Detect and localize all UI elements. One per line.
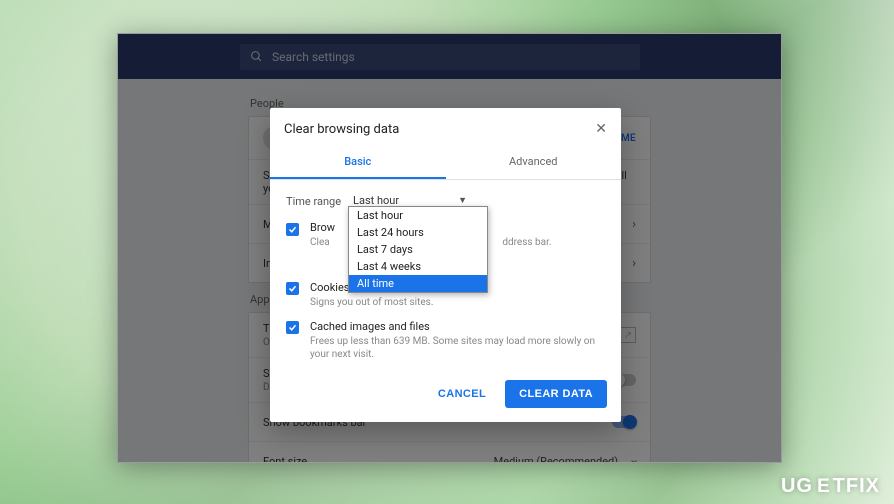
history-title-partial: Brow [310,221,335,234]
cookies-checkbox[interactable] [286,282,299,295]
cancel-button[interactable]: CANCEL [428,380,496,408]
clear-browsing-data-dialog: Clear browsing data ✕ Basic Advanced Tim… [270,108,621,422]
close-icon[interactable]: ✕ [595,121,607,137]
watermark: UGƎTFIX [781,475,880,498]
cache-item[interactable]: Cached images and files Frees up less th… [286,320,605,362]
history-checkbox[interactable] [286,223,299,236]
dialog-header: Clear browsing data ✕ [270,108,621,147]
cookies-sub: Signs you out of most sites. [310,296,444,310]
tab-advanced[interactable]: Advanced [446,147,622,179]
time-range-dropdown[interactable]: Last hour Last 24 hours Last 7 days Last… [348,206,488,293]
time-option-last-24-hours[interactable]: Last 24 hours [349,224,487,241]
tab-basic[interactable]: Basic [270,147,446,179]
cache-title: Cached images and files [310,320,605,333]
time-option-all-time[interactable]: All time [349,275,487,292]
dialog-title: Clear browsing data [284,122,595,137]
time-option-last-4-weeks[interactable]: Last 4 weeks [349,258,487,275]
clear-data-button[interactable]: CLEAR DATA [505,380,607,408]
time-option-last-hour[interactable]: Last hour [349,207,487,224]
cache-checkbox[interactable] [286,321,299,334]
time-range-label: Time range [286,195,341,208]
chevron-down-icon: ▼ [458,195,467,206]
cache-sub: Frees up less than 639 MB. Some sites ma… [310,335,605,362]
dialog-tabs: Basic Advanced [270,147,621,180]
dialog-actions: CANCEL CLEAR DATA [270,362,621,422]
time-option-last-7-days[interactable]: Last 7 days [349,241,487,258]
